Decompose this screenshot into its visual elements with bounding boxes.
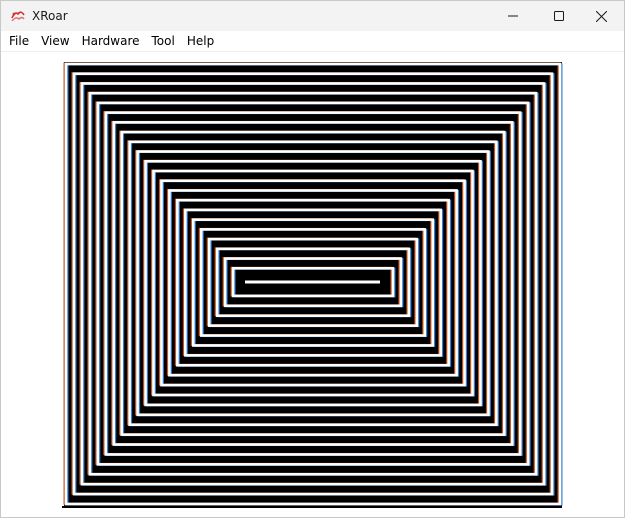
menu-hardware[interactable]: Hardware (76, 31, 146, 51)
emulator-display[interactable] (1, 52, 624, 517)
menu-bar: File View Hardware Tool Help (1, 31, 624, 51)
close-button[interactable] (578, 1, 624, 31)
menu-help[interactable]: Help (181, 31, 220, 51)
window-title: XRoar (32, 9, 68, 23)
minimize-icon (508, 15, 518, 17)
xroar-window: XRoar File View Hardware Tool Help (0, 0, 625, 518)
menu-view[interactable]: View (35, 31, 75, 51)
maximize-icon (554, 11, 564, 21)
xroar-app-icon (11, 11, 25, 22)
menu-tool[interactable]: Tool (146, 31, 181, 51)
screen-bottom-edge (62, 506, 562, 508)
close-icon (595, 10, 607, 22)
title-bar[interactable]: XRoar (1, 1, 624, 31)
maximize-button[interactable] (536, 1, 582, 31)
emulator-screen[interactable] (1, 52, 624, 517)
screen-center-line (245, 280, 380, 284)
menu-file[interactable]: File (1, 31, 35, 51)
minimize-button[interactable] (490, 1, 536, 31)
